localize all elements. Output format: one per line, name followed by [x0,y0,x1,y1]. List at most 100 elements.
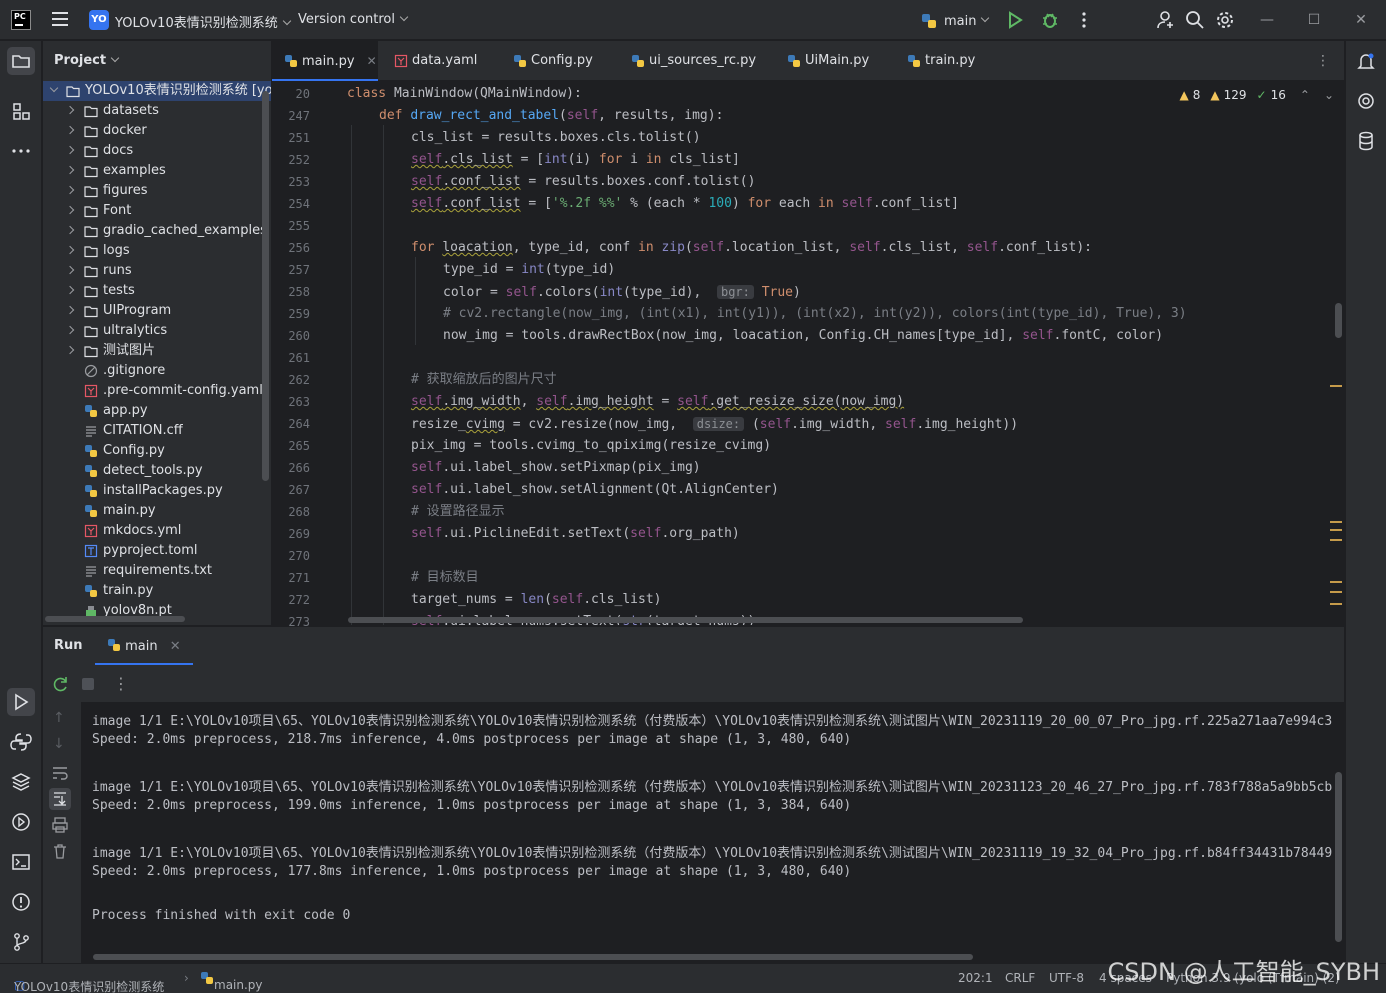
project-badge[interactable]: YO [89,10,109,30]
run-icon[interactable] [1005,10,1025,30]
stop-icon[interactable] [82,678,94,690]
version-control-menu[interactable]: Version control [298,12,409,27]
ai-assistant-icon[interactable] [1352,87,1380,115]
warning-marker[interactable] [1330,581,1342,583]
inspection-widget[interactable]: ▲ 8 ▲ 129 ✓ 16 ⌃ ⌄ [1180,88,1334,102]
tree-file[interactable]: mkdocs.yml [43,521,271,541]
tree-folder[interactable]: examples [43,161,271,181]
tree-file[interactable]: train.py [43,581,271,601]
tab-data-yaml[interactable]: data.yaml [382,41,477,81]
caret-position[interactable]: 202:1 [958,971,993,985]
layers-icon[interactable] [7,768,35,796]
tree-file[interactable]: .gitignore [43,361,271,381]
expand-arrow-icon[interactable] [65,225,75,235]
tab-config-py[interactable]: Config.py [501,41,593,81]
tree-folder[interactable]: datasets [43,101,271,121]
expand-arrow-icon[interactable] [65,145,75,155]
expand-arrow-icon[interactable] [65,305,75,315]
python-packages-icon[interactable] [7,728,35,756]
expand-arrow-icon[interactable] [49,83,59,93]
arrow-down-icon[interactable]: ↓ [53,736,65,752]
main-menu-icon[interactable] [52,12,68,26]
arrow-up-icon[interactable]: ↑ [53,710,65,726]
breadcrumb-file[interactable]: main.py [200,971,263,992]
expand-arrow-icon[interactable] [65,285,75,295]
database-icon[interactable] [1352,127,1380,155]
minimize-icon[interactable]: — [1257,10,1277,30]
warning-marker[interactable] [1330,603,1342,605]
expand-arrow-icon[interactable] [65,325,75,335]
chevron-down-icon[interactable]: ⌄ [1324,88,1334,102]
console-vertical-scrollbar[interactable] [1335,772,1342,942]
tree-folder[interactable]: runs [43,261,271,281]
tab-train-py[interactable]: train.py [895,41,975,81]
notifications-bell-icon[interactable] [1352,47,1380,75]
expand-arrow-icon[interactable] [65,165,75,175]
tree-folder[interactable]: 测试图片 [43,341,271,361]
project-tool-icon[interactable] [7,47,35,75]
tab-main-py[interactable]: main.py ✕ [272,41,378,81]
expand-arrow-icon[interactable] [65,245,75,255]
tab-uimain-py[interactable]: UiMain.py [775,41,869,81]
run-tab-main[interactable]: main ✕ [95,627,193,665]
expand-arrow-icon[interactable] [65,125,75,135]
tree-file[interactable]: .pre-commit-config.yaml [43,381,271,401]
rerun-icon[interactable] [51,674,71,694]
close-tab-icon[interactable]: ✕ [367,54,377,68]
warning-marker[interactable] [1330,529,1342,531]
editor-horizontal-scrollbar[interactable] [348,617,1023,623]
warning-marker[interactable] [1330,539,1342,541]
file-encoding[interactable]: UTF-8 [1049,971,1084,985]
tree-file[interactable]: Config.py [43,441,271,461]
project-horizontal-scrollbar[interactable] [45,616,185,622]
add-user-icon[interactable] [1156,10,1176,30]
scroll-to-end-icon[interactable] [49,788,71,810]
tree-folder[interactable]: tests [43,281,271,301]
expand-arrow-icon[interactable] [65,265,75,275]
tree-file[interactable]: pyproject.toml [43,541,271,561]
tree-folder[interactable]: UIProgram [43,301,271,321]
expand-arrow-icon[interactable] [65,105,75,115]
problems-icon[interactable] [7,888,35,916]
debug-icon[interactable] [1040,10,1060,30]
tree-root[interactable]: YOLOv10表情识别检测系统 [yolo [43,81,271,101]
editor-vertical-scrollbar[interactable] [1335,303,1342,338]
run-tool-icon[interactable] [7,688,35,716]
tree-file[interactable]: CITATION.cff [43,421,271,441]
chevron-up-icon[interactable]: ⌃ [1300,88,1310,102]
settings-gear-icon[interactable] [1215,10,1235,30]
warning-marker[interactable] [1330,591,1342,593]
tree-folder[interactable]: logs [43,241,271,261]
print-icon[interactable] [51,816,69,834]
tree-file[interactable]: app.py [43,401,271,421]
tree-folder[interactable]: docs [43,141,271,161]
tree-folder[interactable]: figures [43,181,271,201]
project-vertical-scrollbar[interactable] [262,91,269,481]
console-output[interactable]: image 1/1 E:\YOLOv10项目\65、YOLOv10表情识别检测系… [81,702,1344,964]
tree-folder[interactable]: gradio_cached_examples [43,221,271,241]
project-panel-header[interactable]: Project [43,41,271,81]
run-config-selector[interactable]: main [920,10,990,32]
expand-arrow-icon[interactable] [65,205,75,215]
trash-icon[interactable] [51,842,69,860]
terminal-icon[interactable] [7,848,35,876]
app-logo[interactable]: PC [11,10,31,30]
soft-wrap-icon[interactable] [51,764,69,782]
tabs-more-icon[interactable]: ⋮ [1316,53,1330,69]
more-actions-icon[interactable]: ⋮ [113,674,129,693]
expand-arrow-icon[interactable] [65,185,75,195]
tree-file[interactable]: installPackages.py [43,481,271,501]
tree-folder[interactable]: ultralytics [43,321,271,341]
tree-folder[interactable]: docker [43,121,271,141]
warning-marker[interactable] [1330,521,1342,523]
tree-file[interactable]: requirements.txt [43,561,271,581]
close-window-icon[interactable]: ✕ [1351,10,1371,30]
warning-marker[interactable] [1330,385,1342,387]
project-selector[interactable]: YOLOv10表情识别检测系统 [115,12,291,31]
tree-folder[interactable]: Font [43,201,271,221]
tree-file[interactable]: main.py [43,501,271,521]
tree-file[interactable]: detect_tools.py [43,461,271,481]
close-tab-icon[interactable]: ✕ [170,639,181,654]
more-actions-icon[interactable] [1074,10,1094,30]
structure-tool-icon[interactable] [7,97,35,125]
